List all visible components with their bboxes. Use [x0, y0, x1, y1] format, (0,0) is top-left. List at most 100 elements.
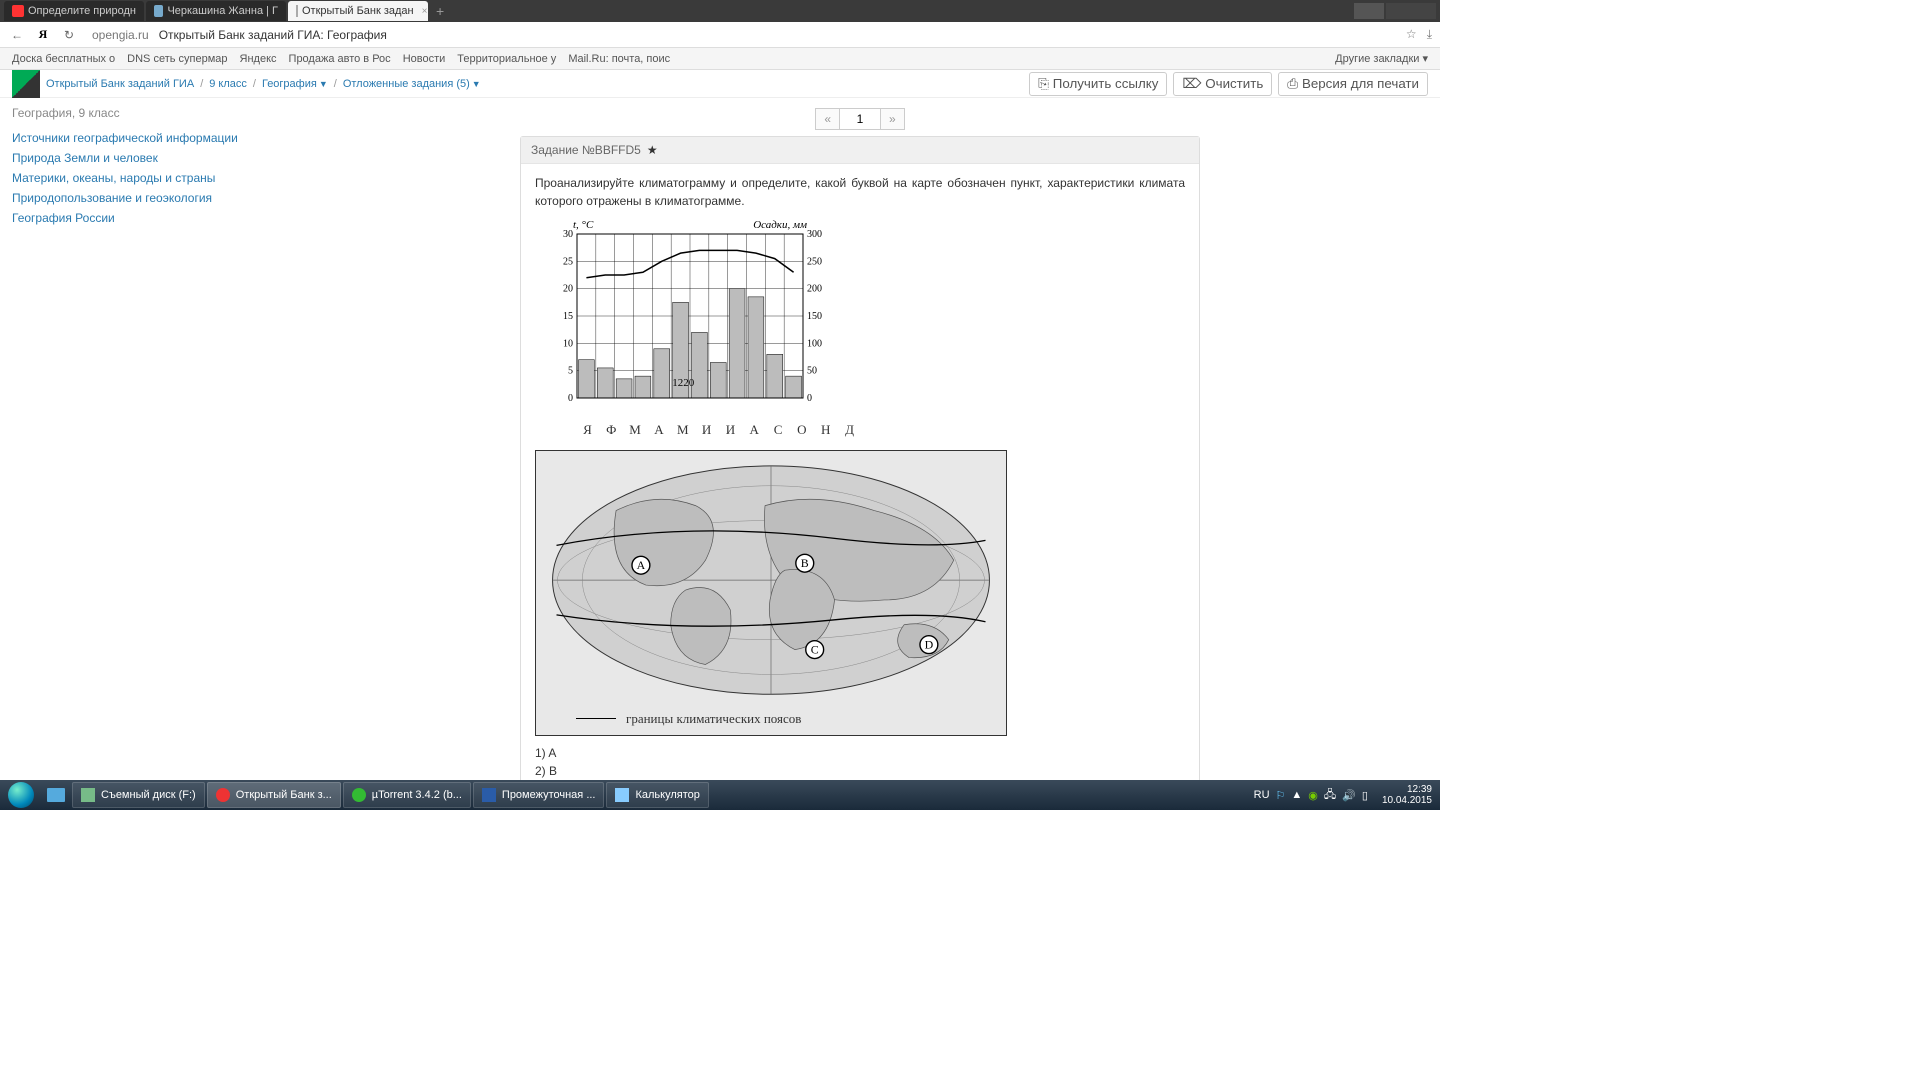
browser-tab-strip: Определите природн Черкашина Жанна | Г О… [0, 0, 1440, 22]
bookmark-6[interactable]: Mail.Ru: почта, поис [568, 53, 670, 65]
tab-close-icon[interactable]: × [422, 6, 428, 17]
tab-label: Черкашина Жанна | Г [167, 5, 278, 17]
svg-text:250: 250 [807, 256, 822, 267]
nvidia-icon[interactable]: ◉ [1308, 789, 1318, 802]
url-field[interactable]: opengia.ru Открытый Банк заданий ГИА: Ге… [86, 26, 1398, 44]
pager-input[interactable] [840, 108, 880, 130]
minimize-button[interactable] [1354, 3, 1384, 19]
download-icon[interactable]: ⤓ [1427, 27, 1432, 42]
tab-0[interactable]: Определите природн [4, 1, 144, 21]
address-bar: ← Я ↻ opengia.ru Открытый Банк заданий Г… [0, 22, 1440, 48]
favicon-yandex [12, 5, 24, 17]
taskbar-item-4[interactable]: Калькулятор [606, 782, 708, 808]
map-point-a: A [637, 558, 646, 572]
taskbar-item-2[interactable]: µTorrent 3.4.2 (b... [343, 782, 471, 808]
windows-taskbar: Съемный диск (F:) Открытый Банк з... µTo… [0, 780, 1440, 810]
site-logo[interactable] [12, 70, 40, 98]
tab-2[interactable]: Открытый Банк задан× [288, 1, 428, 21]
start-button[interactable] [2, 780, 40, 810]
sidebar-item-0[interactable]: Источники географической информации [12, 128, 272, 148]
crumb-grade[interactable]: 9 класс [209, 78, 247, 90]
svg-text:0: 0 [807, 393, 812, 404]
svg-text:15: 15 [563, 311, 573, 322]
sidebar-item-1[interactable]: Природа Земли и человек [12, 148, 272, 168]
url-domain: opengia.ru [92, 28, 149, 42]
window-controls [1354, 3, 1436, 19]
answer-1[interactable]: 1) A [535, 744, 1185, 762]
favicon-page [296, 5, 298, 17]
svg-text:25: 25 [563, 256, 573, 267]
bookmark-3[interactable]: Продажа авто в Рос [289, 53, 391, 65]
tray-icon[interactable]: ▲ [1291, 789, 1302, 801]
back-button[interactable]: ← [8, 26, 26, 44]
erase-icon: ⌦ [1182, 76, 1201, 92]
new-tab-button[interactable]: + [430, 3, 450, 19]
pager-next[interactable]: » [880, 108, 905, 130]
utorrent-icon [352, 788, 366, 802]
flag-icon[interactable]: ⚐ [1276, 789, 1286, 802]
crumb-root[interactable]: Открытый Банк заданий ГИА [46, 78, 194, 90]
svg-text:200: 200 [807, 284, 822, 295]
svg-text:150: 150 [807, 311, 822, 322]
taskbar-item-0[interactable]: Съемный диск (F:) [72, 782, 205, 808]
drive-icon [81, 788, 95, 802]
sidebar: География, 9 класс Источники географичес… [12, 106, 272, 809]
taskbar-item-1[interactable]: Открытый Банк з... [207, 782, 341, 808]
main-content: « » Задание №BBFFD5 ★ Проанализируйте кл… [292, 106, 1428, 809]
get-link-button[interactable]: ⎘Получить ссылку [1029, 72, 1167, 96]
bookmark-2[interactable]: Яндекс [240, 53, 277, 65]
system-tray[interactable]: RU ⚐ ▲ ◉ 🖧 🔊 ▯ [1248, 786, 1374, 805]
task-card: Задание №BBFFD5 ★ Проанализируйте климат… [520, 136, 1200, 809]
svg-text:1220: 1220 [672, 377, 695, 389]
svg-text:5: 5 [568, 366, 573, 377]
month-labels: ЯФМАМИИАСОНД [579, 420, 1185, 440]
svg-text:Осадки, мм: Осадки, мм [753, 219, 807, 231]
url-title: Открытый Банк заданий ГИА: География [159, 28, 387, 42]
yandex-icon [216, 788, 230, 802]
climatogram: t, °CОсадки, мм0510152025300501001502002… [535, 216, 845, 416]
sidebar-item-2[interactable]: Материки, океаны, народы и страны [12, 168, 272, 188]
yandex-button[interactable]: Я [34, 26, 52, 44]
explorer-quick-icon[interactable] [42, 781, 70, 809]
task-text: Проанализируйте климатограмму и определи… [535, 174, 1185, 210]
sidebar-item-3[interactable]: Природопользование и геоэкология [12, 188, 272, 208]
print-button[interactable]: ⎙Версия для печати [1278, 72, 1428, 96]
pager-prev[interactable]: « [815, 108, 840, 130]
bookmark-5[interactable]: Территориальное у [457, 53, 556, 65]
bookmark-4[interactable]: Новости [403, 53, 446, 65]
word-icon [482, 788, 496, 802]
other-bookmarks[interactable]: Другие закладки ▾ [1335, 52, 1428, 65]
svg-text:30: 30 [563, 229, 573, 240]
clear-button[interactable]: ⌦Очистить [1173, 72, 1272, 96]
bookmark-1[interactable]: DNS сеть супермар [127, 53, 227, 65]
network-icon[interactable]: 🖧 [1324, 786, 1336, 805]
bookmarks-bar: Доска бесплатных о DNS сеть супермар Янд… [0, 48, 1440, 70]
taskbar-item-3[interactable]: Промежуточная ... [473, 782, 605, 808]
reload-button[interactable]: ↻ [60, 26, 78, 44]
answer-2[interactable]: 2) B [535, 762, 1185, 780]
lang-indicator[interactable]: RU [1254, 789, 1270, 801]
crumb-delayed[interactable]: Отложенные задания (5)▼ [343, 78, 481, 90]
task-number: Задание №BBFFD5 [531, 143, 641, 157]
map-point-d: D [925, 637, 934, 651]
print-icon: ⎙ [1287, 76, 1298, 92]
tab-label: Определите природн [28, 5, 136, 17]
star-icon[interactable]: ★ [647, 143, 658, 157]
crumb-subject[interactable]: География▼ [262, 78, 328, 90]
volume-icon[interactable]: 🔊 [1342, 789, 1356, 802]
battery-icon[interactable]: ▯ [1362, 789, 1368, 802]
svg-text:100: 100 [807, 338, 822, 349]
maximize-button[interactable] [1386, 3, 1436, 19]
map-point-b: B [801, 556, 809, 570]
svg-text:0: 0 [568, 393, 573, 404]
taskbar-clock[interactable]: 12:39 10.04.2015 [1376, 784, 1438, 806]
sidebar-item-4[interactable]: География России [12, 208, 272, 228]
tab-1[interactable]: Черкашина Жанна | Г [146, 1, 286, 21]
star-icon[interactable]: ☆ [1406, 27, 1417, 42]
svg-text:50: 50 [807, 366, 817, 377]
map-legend: границы климатических поясов [576, 709, 801, 729]
svg-text:t, °C: t, °C [573, 219, 594, 231]
bookmark-0[interactable]: Доска бесплатных о [12, 53, 115, 65]
link-icon: ⎘ [1038, 76, 1049, 92]
favicon-doc [154, 5, 163, 17]
